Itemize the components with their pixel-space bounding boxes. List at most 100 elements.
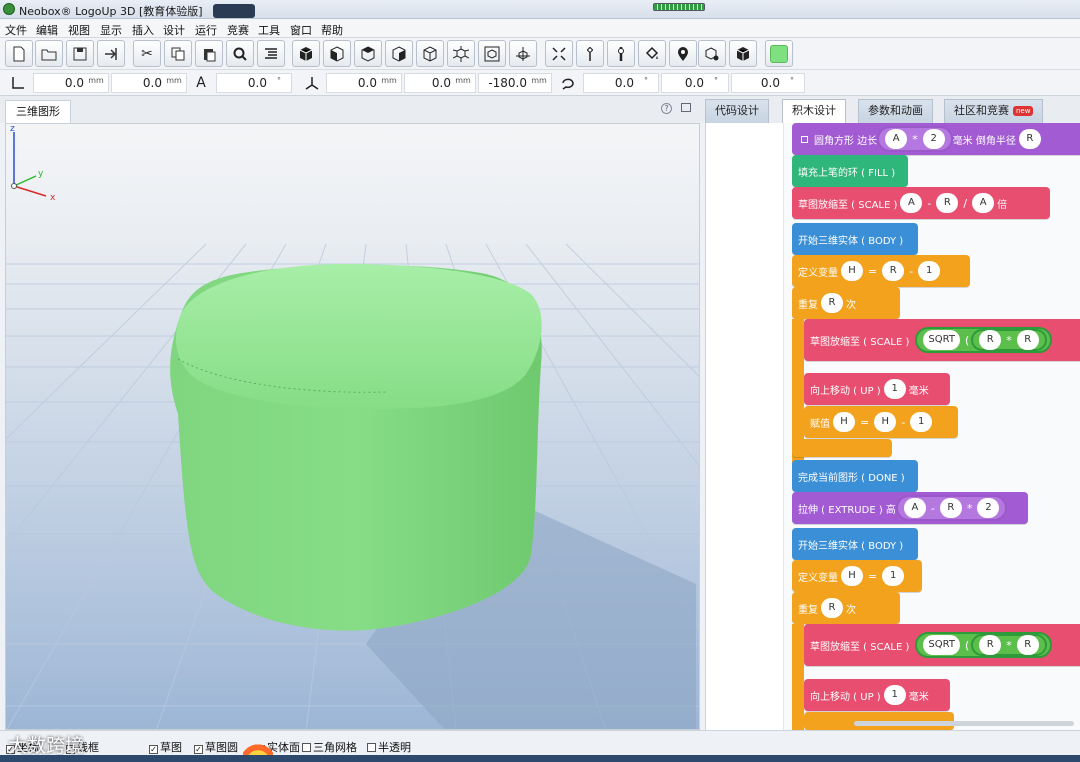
block-arg[interactable]: A (903, 498, 926, 518)
pin-bold-icon[interactable] (607, 40, 635, 67)
block-assign[interactable]: 赋值 H = H- 1 (804, 406, 958, 438)
block-done[interactable]: 完成当前图形 ( DONE ) (792, 460, 918, 492)
pos3d-z-field[interactable]: -180.0 mm (478, 73, 552, 93)
block-arg[interactable]: H (874, 412, 897, 432)
block-arg[interactable]: H (833, 412, 855, 432)
menu-file[interactable]: 文件 (5, 22, 27, 38)
toggle-sketch[interactable]: ✓ 草图 (149, 739, 182, 755)
new-file-icon[interactable] (5, 40, 33, 67)
toggle-triangle-mesh[interactable]: 三角网格 (302, 739, 357, 755)
block-arg[interactable]: R (939, 498, 962, 518)
block-repeat[interactable]: 重复 R 次 (792, 287, 900, 319)
block-arg[interactable]: R (882, 261, 905, 281)
toggle-sketch-circle[interactable]: ✓ 草图圆 (194, 739, 238, 755)
block-fill[interactable]: 填充上笔的环 ( FILL ) (792, 155, 908, 187)
block-arg[interactable]: 2 (922, 129, 945, 149)
view-frame-icon[interactable] (478, 40, 506, 67)
pos3d-x-field[interactable]: 0.0 mm (326, 73, 402, 93)
help-icon[interactable]: ? (661, 103, 672, 114)
open-folder-icon[interactable] (35, 40, 63, 67)
export-icon[interactable] (97, 40, 125, 67)
pin-icon[interactable] (576, 40, 604, 67)
view-top-icon[interactable] (354, 40, 382, 67)
block-scale-sqrt[interactable]: 草图放缩至 ( SCALE ) SQRT (R * R (804, 319, 1080, 361)
tab-params-animation[interactable]: 参数和动画 (858, 99, 933, 123)
pos3d-y-field[interactable]: 0.0 mm (404, 73, 476, 93)
block-scale[interactable]: 草图放缩至 ( SCALE ) A- R / A 倍 (792, 187, 1050, 219)
menu-edit[interactable]: 编辑 (36, 22, 58, 38)
box-gear-icon[interactable] (698, 40, 726, 67)
block-arg[interactable]: R (821, 598, 843, 618)
block-move-up[interactable]: 向上移动 ( UP ) 1 毫米 (804, 373, 950, 405)
search-icon[interactable] (226, 40, 254, 67)
cut-icon[interactable]: ✂ (133, 40, 161, 67)
tab-community-contest[interactable]: 社区和竞赛 new (944, 99, 1044, 123)
block-begin-body-2[interactable]: 开始三维实体 ( BODY ) (792, 528, 918, 560)
block-move-up-2[interactable]: 向上移动 ( UP ) 1 毫米 (804, 679, 950, 711)
block-arg[interactable]: 1 (883, 685, 906, 705)
color-swatch[interactable] (765, 40, 793, 67)
menu-design[interactable]: 设计 (163, 22, 185, 38)
menu-view[interactable]: 视图 (68, 22, 90, 38)
block-arg[interactable]: 1 (918, 261, 941, 281)
block-arg[interactable]: R (821, 293, 843, 313)
view-right-icon[interactable] (385, 40, 413, 67)
menu-run[interactable]: 运行 (195, 22, 217, 38)
block-define-var[interactable]: 定义变量 H = R- 1 (792, 255, 970, 287)
block-rounded-square[interactable]: 圆角方形 边长 A * 2 毫米 倒角半径 R (792, 123, 1080, 155)
block-arg[interactable]: A (972, 193, 995, 213)
block-arg[interactable]: 2 (977, 498, 1000, 518)
block-arg[interactable]: H (841, 566, 863, 586)
save-icon[interactable] (66, 40, 94, 67)
horizontal-scrollbar[interactable] (854, 721, 1074, 726)
block-arg[interactable]: R (936, 193, 959, 213)
maximize-icon[interactable] (681, 103, 691, 112)
block-arg[interactable]: R (1016, 635, 1039, 655)
block-arg[interactable]: R (1018, 129, 1041, 149)
menu-window[interactable]: 窗口 (290, 22, 312, 38)
block-arg[interactable]: R (979, 635, 1002, 655)
rotate-x-field[interactable]: 0.0 ° (583, 73, 659, 93)
toggle-translucent[interactable]: 半透明 (367, 739, 411, 755)
block-arg[interactable]: R (979, 330, 1002, 350)
block-arg[interactable]: A (900, 193, 923, 213)
block-arg[interactable]: 1 (882, 566, 905, 586)
block-begin-body[interactable]: 开始三维实体 ( BODY ) (792, 223, 918, 255)
view-explode-icon[interactable] (447, 40, 475, 67)
view-pivot-icon[interactable] (509, 40, 537, 67)
rotate-y-field[interactable]: 0.0 ° (661, 73, 729, 93)
menu-help[interactable]: 帮助 (321, 22, 343, 38)
tab-3d-shape[interactable]: 三维图形 (5, 100, 71, 123)
pos-x-field[interactable]: 0.0 mm (33, 73, 109, 93)
block-arg[interactable]: A (885, 129, 908, 149)
block-arg[interactable]: 1 (883, 379, 906, 399)
fit-icon[interactable] (545, 40, 573, 67)
menu-contest[interactable]: 竞赛 (227, 22, 249, 38)
block-arg[interactable]: 1 (910, 412, 933, 432)
pos-y-field[interactable]: 0.0 mm (111, 73, 187, 93)
block-workspace[interactable]: 圆角方形 边长 A * 2 毫米 倒角半径 R 填充上笔的环 ( FILL ) 草图… (784, 123, 1080, 730)
menu-tools[interactable]: 工具 (258, 22, 280, 38)
tab-block-design[interactable]: 积木设计 (782, 99, 846, 123)
view-3d-icon[interactable] (292, 40, 320, 67)
view-front-icon[interactable] (323, 40, 351, 67)
tab-code-design[interactable]: 代码设计 (705, 99, 769, 123)
location-icon[interactable] (669, 40, 697, 67)
3d-viewport[interactable]: z x y (5, 123, 700, 730)
block-define-var-2[interactable]: 定义变量 H = 1 (792, 560, 922, 592)
block-extrude[interactable]: 拉伸 ( EXTRUDE ) 高 A - R * 2 (792, 492, 1028, 524)
menu-display[interactable]: 显示 (100, 22, 122, 38)
paste-icon[interactable] (195, 40, 223, 67)
fill-icon[interactable] (638, 40, 666, 67)
block-arg[interactable]: R (1016, 330, 1039, 350)
block-arg[interactable]: SQRT (923, 635, 960, 655)
box-icon[interactable] (729, 40, 757, 67)
rotate-z-field[interactable]: 0.0 ° (731, 73, 805, 93)
block-repeat-2[interactable]: 重复 R 次 (792, 592, 900, 624)
block-arg[interactable]: SQRT (923, 330, 960, 350)
list-icon[interactable] (257, 40, 285, 67)
block-scale-sqrt-2[interactable]: 草图放缩至 ( SCALE ) SQRT (R * R (804, 624, 1080, 666)
view-iso-icon[interactable] (416, 40, 444, 67)
menu-insert[interactable]: 插入 (132, 22, 154, 38)
angle-field[interactable]: 0.0 ° (216, 73, 292, 93)
